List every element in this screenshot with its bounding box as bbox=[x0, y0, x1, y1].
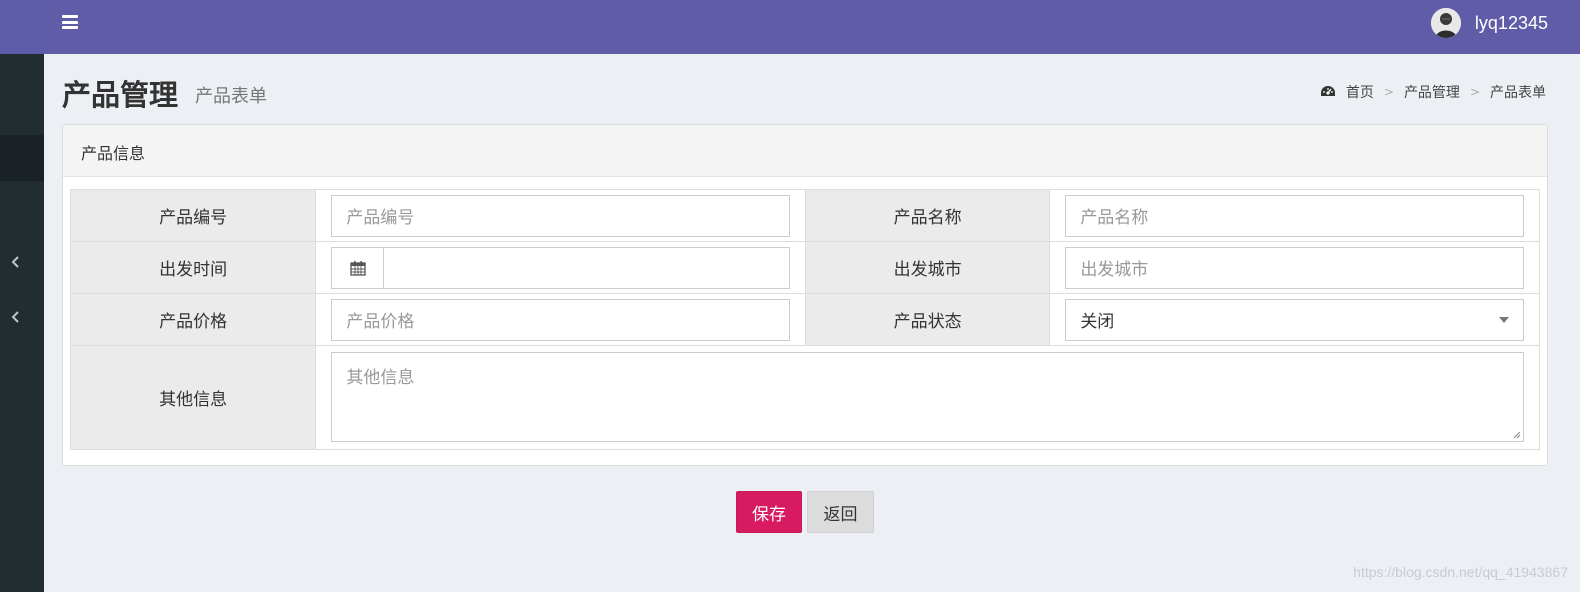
breadcrumb-current: 产品表单 bbox=[1490, 85, 1546, 101]
breadcrumb-separator: > bbox=[1469, 85, 1480, 99]
sidebar bbox=[0, 0, 44, 592]
username[interactable]: lyq12345 bbox=[1475, 13, 1548, 34]
product-name-label: 产品名称 bbox=[804, 189, 1051, 242]
depart-time-cell bbox=[315, 241, 806, 294]
breadcrumb-home-link[interactable]: 首页 bbox=[1346, 82, 1374, 102]
calendar-icon[interactable] bbox=[331, 246, 384, 289]
avatar[interactable] bbox=[1430, 8, 1461, 38]
depart-time-picker[interactable] bbox=[331, 246, 790, 289]
price-input[interactable]: 产品价格 bbox=[331, 298, 790, 341]
sidebar-expand-chevron-icon[interactable] bbox=[0, 250, 32, 274]
product-num-input[interactable]: 产品编号 bbox=[331, 194, 790, 237]
price-label: 产品价格 bbox=[69, 293, 317, 346]
depart-time-input[interactable] bbox=[383, 246, 790, 289]
depart-time-label: 出发时间 bbox=[69, 241, 317, 294]
breadcrumb-separator: > bbox=[1383, 85, 1394, 99]
table-row: 产品编号 产品编号 产品名称 产品名称 bbox=[69, 189, 1540, 242]
desc-label: 其他信息 bbox=[69, 345, 317, 450]
resize-handle-icon[interactable] bbox=[1511, 429, 1521, 439]
sidebar-active-item[interactable] bbox=[0, 135, 44, 181]
product-num-cell: 产品编号 bbox=[315, 189, 806, 242]
status-select[interactable]: 关闭 bbox=[1065, 298, 1524, 341]
depart-city-cell: 出发城市 bbox=[1049, 241, 1540, 294]
desc-cell: 其他信息 bbox=[315, 345, 1540, 450]
dashboard-icon bbox=[1320, 86, 1335, 96]
status-label: 产品状态 bbox=[804, 293, 1051, 346]
box-title: 产品信息 bbox=[63, 125, 1547, 177]
table-row: 产品价格 产品价格 产品状态 关闭 bbox=[69, 293, 1540, 346]
breadcrumb-product-manage-link[interactable]: 产品管理 bbox=[1404, 82, 1460, 102]
page-subtitle: 产品表单 bbox=[195, 86, 267, 107]
product-info-box: 产品信息 产品编号 产品编号 产品名称 产品名称 出发时间 出发城市 出发城市 … bbox=[62, 124, 1548, 466]
watermark: https://blog.csdn.net/qq_41943867 bbox=[1353, 564, 1568, 580]
table-row: 出发时间 出发城市 出发城市 bbox=[69, 241, 1540, 294]
desc-placeholder: 其他信息 bbox=[346, 367, 415, 388]
product-form-table: 产品编号 产品编号 产品名称 产品名称 出发时间 出发城市 出发城市 产品价格 … bbox=[69, 189, 1540, 450]
dropdown-caret-icon bbox=[1499, 316, 1509, 323]
sidebar-expand-chevron-icon[interactable] bbox=[0, 305, 32, 329]
status-select-value: 关闭 bbox=[1080, 312, 1115, 332]
user-menu[interactable]: lyq12345 bbox=[1430, 8, 1548, 38]
desc-textarea[interactable]: 其他信息 bbox=[331, 351, 1524, 442]
breadcrumb: 首页 > 产品管理 > 产品表单 bbox=[1320, 82, 1546, 102]
status-cell: 关闭 bbox=[1049, 293, 1540, 346]
product-name-cell: 产品名称 bbox=[1049, 189, 1540, 242]
product-name-input[interactable]: 产品名称 bbox=[1065, 194, 1524, 237]
depart-city-input[interactable]: 出发城市 bbox=[1065, 246, 1524, 289]
sidebar-logo-area bbox=[0, 0, 44, 54]
product-num-label: 产品编号 bbox=[69, 189, 317, 242]
top-navbar: lyq12345 bbox=[44, 0, 1580, 54]
page-title: 产品管理 bbox=[62, 78, 179, 112]
save-button[interactable]: 保存 bbox=[736, 491, 802, 533]
price-cell: 产品价格 bbox=[315, 293, 806, 346]
back-button[interactable]: 返回 bbox=[807, 491, 874, 533]
depart-city-label: 出发城市 bbox=[804, 241, 1051, 294]
table-row: 其他信息 其他信息 bbox=[69, 345, 1540, 450]
menu-toggle-icon[interactable] bbox=[62, 15, 78, 29]
